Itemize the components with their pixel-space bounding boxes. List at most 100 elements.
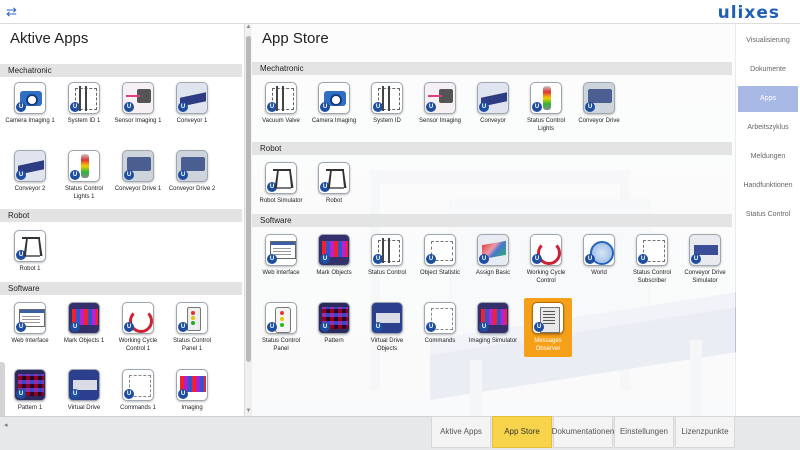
app-tile-virtual-drive[interactable]: U Virtual Drive [58,369,110,412]
pattern-icon: U [14,369,46,401]
store-tile-camera-imaging[interactable]: U Camera Imaging [308,82,360,125]
conveyor-icon: U [477,82,509,114]
store-tile-status-control-subscriber[interactable]: U Status Control Subscriber [626,234,678,285]
store-tile-robot-simulator[interactable]: U Robot Simulator [255,162,307,205]
section-header-software: Software [0,282,242,295]
statistic-icon: U [424,234,456,266]
store-tile-world[interactable]: U World [573,234,625,277]
app-tile-working-cycle-control-1[interactable]: U Working Cycle Control 1 [112,302,164,353]
robot-icon: U [265,162,297,194]
nav-item-status-control[interactable]: Status Control [736,202,800,228]
nav-item-apps[interactable]: Apps [738,86,798,112]
app-tile-sensor-imaging-1[interactable]: U Sensor Imaging 1 [112,82,164,125]
store-tile-messages-observer[interactable]: U Messages Observer [524,298,572,357]
lights-icon: U [68,150,100,182]
store-tile-pattern[interactable]: U Pattern [308,302,360,345]
app-tile-web-interface[interactable]: U Web Interface [4,302,56,345]
store-tile-vacuum-valve[interactable]: U Vacuum Valve [255,82,307,125]
app-tile-conveyor-drive-2[interactable]: U Conveyor Drive 2 [166,150,218,193]
imaging-icon: U [477,302,509,334]
tab-einstellungen[interactable]: Einstellungen [614,416,674,448]
tab-app-store[interactable]: App Store [492,416,552,448]
app-tile-commands-1[interactable]: U Commands 1 [112,369,164,412]
web-icon: U [265,234,297,266]
valve-icon: U [265,82,297,114]
section-header-robot: Robot [0,209,242,222]
status-icon: U [371,234,403,266]
sensor-icon: U [122,82,154,114]
messages-icon: U [532,302,564,334]
store-tile-status-control-lights[interactable]: U Status Control Lights [520,82,572,133]
web-icon: U [14,302,46,334]
assign-icon: U [477,234,509,266]
store-tile-robot[interactable]: U Robot [308,162,360,205]
expand-icon[interactable]: ◂ [4,421,10,433]
side-navigation: Visualisierung Dokumente Apps Arbeitszyk… [736,24,800,416]
store-tile-object-statistic[interactable]: U Object Statistic [414,234,466,277]
app-tile-system-id-1[interactable]: U System ID 1 [58,82,110,125]
top-bar: ⇄ ulixes [0,0,800,24]
cycle-icon: U [122,302,154,334]
vdrive-icon: U [68,369,100,401]
commands-icon: U [424,302,456,334]
nav-item-arbeitszyklus[interactable]: Arbeitszyklus [736,115,800,141]
scrollbar-thumb[interactable] [246,36,251,362]
world-icon: U [583,234,615,266]
app-tile-mark-objects-1[interactable]: U Mark Objects 1 [58,302,110,345]
store-tile-mark-objects[interactable]: U Mark Objects [308,234,360,277]
store-tile-web-interface[interactable]: U Web Interface [255,234,307,277]
tab-dokumentationen[interactable]: Dokumentationen [552,416,614,448]
store-tile-sensor-imaging[interactable]: U Sensor Imaging [414,82,466,125]
app-tile-status-control-panel-1[interactable]: U Status Control Panel 1 [166,302,218,353]
nav-item-visualisierung[interactable]: Visualisierung [736,28,800,54]
store-tile-system-id[interactable]: U System ID [361,82,413,125]
store-tile-conveyor-drive-simulator[interactable]: U Conveyor Drive Simulator [679,234,731,285]
store-tile-working-cycle-control[interactable]: U Working Cycle Control [520,234,572,285]
subscriber-icon: U [636,234,668,266]
section-header-mechatronic: Mechatronic [0,64,242,77]
nav-item-dokumente[interactable]: Dokumente [736,57,800,83]
pattern-icon: U [318,302,350,334]
app-tile-conveyor-drive-1[interactable]: U Conveyor Drive 1 [112,150,164,193]
store-tile-assign-basic[interactable]: U Assign Basic [467,234,519,277]
store-tile-status-control[interactable]: U Status Control [361,234,413,277]
left-panel-scrollbar[interactable]: ▲ ▼ [244,24,251,416]
system-icon: U [371,82,403,114]
store-tile-conveyor-drive[interactable]: U Conveyor Drive [573,82,625,125]
drive-icon: U [122,150,154,182]
drive-icon: U [176,150,208,182]
app-tile-conveyor-2[interactable]: U Conveyor 2 [4,150,56,193]
refresh-icon[interactable]: ⇄ [6,5,20,19]
conveyor-icon: U [14,150,46,182]
robot-icon: U [14,230,46,262]
section-header-mechatronic: Mechatronic [252,62,732,75]
nav-item-meldungen[interactable]: Meldungen [736,144,800,170]
conveyor-sim-icon: U [689,234,721,266]
app-tile-robot-1[interactable]: U Robot 1 [4,230,56,273]
camera-icon: U [14,82,46,114]
section-header-robot: Robot [252,142,732,155]
mark-icon: U [68,302,100,334]
store-tile-imaging-simulator[interactable]: U Imaging Simulator [467,302,519,345]
app-tile-camera-imaging-1[interactable]: U Camera Imaging 1 [4,82,56,125]
store-tile-commands[interactable]: U Commands [414,302,466,345]
store-tile-status-control-panel[interactable]: U Status Control Panel [255,302,307,353]
app-tile-pattern-1[interactable]: U Pattern 1 [4,369,56,412]
tab-aktive-apps[interactable]: Aktive Apps [431,416,491,448]
app-tile-status-control-lights-1[interactable]: U Status Control Lights 1 [58,150,110,201]
panel-title: Aktive Apps [10,30,89,47]
cycle-icon: U [530,234,562,266]
store-tile-virtual-drive-objects[interactable]: U Virtual Drive Objects [361,302,413,353]
drive-icon: U [583,82,615,114]
scroll-up-icon[interactable]: ▲ [245,24,252,32]
nav-item-handfunktionen[interactable]: Handfunktionen [736,173,800,199]
vdrive-icon: U [371,302,403,334]
app-tile-imaging[interactable]: U Imaging [166,369,218,412]
app-tile-conveyor-1[interactable]: U Conveyor 1 [166,82,218,125]
section-header-software: Software [252,214,732,227]
panel-icon: U [265,302,297,334]
lights-icon: U [530,82,562,114]
tab-lizenzpunkte[interactable]: Lizenzpunkte [675,416,735,448]
scroll-down-icon[interactable]: ▼ [245,408,252,416]
store-tile-conveyor[interactable]: U Conveyor [467,82,519,125]
